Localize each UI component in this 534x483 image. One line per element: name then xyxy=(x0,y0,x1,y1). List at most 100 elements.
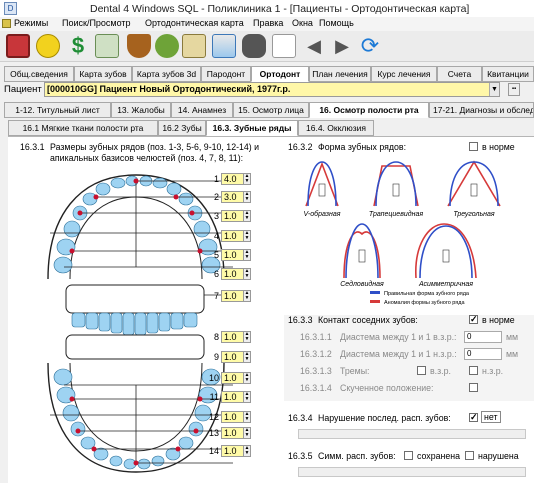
diastema-lower-label: Диастема между 1 и 1 н.з.р.: xyxy=(340,349,457,359)
tab-anamnesis[interactable]: 14. Анамнез xyxy=(171,102,233,118)
envelope-icon[interactable] xyxy=(95,34,119,58)
menu-edit[interactable]: Правка xyxy=(253,18,283,28)
diastema-lower-input[interactable]: 0 xyxy=(464,348,502,360)
spinner[interactable]: ▲ ▼ xyxy=(243,173,251,185)
sizes-title-2: апикальных базисов челюстей (поз. 4, 7, … xyxy=(50,153,244,163)
disorder-detail-field[interactable] xyxy=(298,429,526,439)
spinner[interactable]: ▲ ▼ xyxy=(243,445,251,457)
spinner[interactable]: ▲ ▼ xyxy=(243,391,251,403)
menu-help[interactable]: Помощь xyxy=(319,18,354,28)
symmetry-detail-field[interactable] xyxy=(298,467,526,477)
tab-treatment-plan[interactable]: План лечения xyxy=(309,66,371,82)
patient-select[interactable]: [000010GG] Пациент Новый Ортодонтический… xyxy=(44,82,500,97)
back-arrow-icon[interactable]: ◀ xyxy=(302,34,326,58)
tab-teeth-map-3d[interactable]: Карта зубов 3d xyxy=(132,66,201,82)
tab-bills[interactable]: Счета xyxy=(437,66,482,82)
dollar-icon[interactable]: $ xyxy=(66,34,90,58)
gears-icon[interactable] xyxy=(155,34,179,58)
shape-normal-label: в норме xyxy=(482,142,515,152)
menu-app-icon[interactable] xyxy=(2,19,11,28)
smiley-icon[interactable] xyxy=(36,34,60,58)
size-input[interactable]: 4.0 xyxy=(221,173,244,185)
spinner[interactable]: ▲ ▼ xyxy=(243,411,251,423)
spinner[interactable]: ▲ ▼ xyxy=(243,290,251,302)
spinner[interactable]: ▲ ▼ xyxy=(243,331,251,343)
size-input[interactable]: 1.0 xyxy=(221,290,244,302)
menu-modes[interactable]: Режимы xyxy=(14,18,48,28)
symmetry-num: 16.3.5 xyxy=(288,451,313,461)
tab-dental-rows[interactable]: 16.3. Зубные ряды xyxy=(206,120,298,136)
tab-face-exam[interactable]: 15. Осмотр лица xyxy=(233,102,309,118)
tremas-upper-checkbox[interactable] xyxy=(417,366,426,375)
size-input[interactable]: 1.0 xyxy=(221,351,244,363)
chart-icon[interactable] xyxy=(212,34,236,58)
size-input[interactable]: 1.0 xyxy=(221,210,244,222)
spinner[interactable]: ▲ ▼ xyxy=(243,268,251,280)
contact-title: Контакт соседних зубов: xyxy=(318,315,418,325)
menu-search[interactable]: Поиск/Просмотр xyxy=(62,18,131,28)
disorder-checkbox[interactable] xyxy=(469,412,478,423)
diastema-upper-unit: мм xyxy=(506,332,519,342)
tab-treatment-course[interactable]: Курс лечения xyxy=(371,66,437,82)
tab-occlusion[interactable]: 16.4. Окклюзия xyxy=(298,120,374,136)
symmetry-preserved-checkbox[interactable] xyxy=(404,451,413,460)
size-input[interactable]: 1.0 xyxy=(221,427,244,439)
spinner[interactable]: ▲ ▼ xyxy=(243,249,251,261)
legend-anomaly: Аномалия формы зубного ряда xyxy=(384,300,465,306)
size-input[interactable]: 1.0 xyxy=(221,268,244,280)
tab-diagnoses[interactable]: 17-21. Диагнозы и обследо xyxy=(429,102,534,118)
symmetry-broken-checkbox[interactable] xyxy=(465,451,474,460)
diastema-lower-num: 16.3.1.2 xyxy=(300,349,332,359)
tremas-lower-label: н.з.р. xyxy=(482,366,504,376)
diastema-upper-input[interactable]: 0 xyxy=(464,331,502,343)
spinner[interactable]: ▲ ▼ xyxy=(243,191,251,203)
tab-general[interactable]: Общ.сведения xyxy=(4,66,74,82)
tab-complaints[interactable]: 13. Жалобы xyxy=(111,102,171,118)
size-input[interactable]: 1.0 xyxy=(221,411,244,423)
size-input[interactable]: 1.0 xyxy=(221,249,244,261)
size-input[interactable]: 1.0 xyxy=(221,445,244,457)
size-input[interactable]: 1.0 xyxy=(221,230,244,242)
spinner[interactable]: ▲ ▼ xyxy=(243,351,251,363)
spinner[interactable]: ▲ ▼ xyxy=(243,427,251,439)
chevron-down-icon[interactable]: ▼ xyxy=(489,83,499,96)
binoculars-icon[interactable] xyxy=(242,34,266,58)
spinner[interactable]: ▲ ▼ xyxy=(243,230,251,242)
tab-teeth[interactable]: 16.2 Зубы xyxy=(158,120,206,136)
crowding-num: 16.3.1.4 xyxy=(300,383,332,393)
spinner[interactable]: ▲ ▼ xyxy=(243,372,251,384)
size-input[interactable]: 1.0 xyxy=(221,331,244,343)
tab-oral-exam[interactable]: 16. Осмотр полости рта xyxy=(309,102,429,118)
tremas-lower-checkbox[interactable] xyxy=(469,366,478,375)
spinner[interactable]: ▲ ▼ xyxy=(243,210,251,222)
shape-asym-label: Асимметричная xyxy=(418,281,473,288)
tab-soft-tissues[interactable]: 16.1 Мягкие ткани полости рта xyxy=(8,120,158,136)
contact-normal-checkbox[interactable] xyxy=(469,314,478,325)
legend-normal: Правильная форма зубного ряда xyxy=(384,291,470,297)
size-input[interactable]: 1.0 xyxy=(221,372,244,384)
size-input[interactable]: 3.0 xyxy=(221,191,244,203)
crowding-label: Скученное положение: xyxy=(340,383,434,393)
crowding-checkbox[interactable] xyxy=(469,383,478,392)
symmetry-broken-label: нарушена xyxy=(478,451,519,461)
arch-shapes-diagram: V-образная Трапециевидная Треугольная Се… xyxy=(298,154,522,309)
tab-orthodont[interactable]: Ортодонт xyxy=(251,66,309,82)
size-input[interactable]: 1.0 xyxy=(221,391,244,403)
tab-periodont[interactable]: Пародонт xyxy=(201,66,251,82)
patient-action-button[interactable]: ▪▪ xyxy=(508,83,520,96)
forward-arrow-icon[interactable]: ▶ xyxy=(330,34,354,58)
tab-title-page[interactable]: 1-12. Титульный лист xyxy=(4,102,111,118)
patient-label: Пациент xyxy=(4,84,42,95)
settings-icon[interactable] xyxy=(6,34,30,58)
sizes-title: Размеры зубных рядов (поз. 1-3, 5-6, 9-1… xyxy=(50,142,260,152)
refresh-icon[interactable]: ⟳ xyxy=(358,34,382,58)
card-icon[interactable] xyxy=(182,34,206,58)
document-icon[interactable] xyxy=(272,34,296,58)
menu-windows[interactable]: Окна xyxy=(292,18,313,28)
menu-ortho-card[interactable]: Ортодонтическая карта xyxy=(145,18,244,28)
tab-receipts[interactable]: Квитанции xyxy=(482,66,534,82)
shape-num: 16.3.2 xyxy=(288,142,313,152)
tab-teeth-map[interactable]: Карта зубов xyxy=(74,66,132,82)
shape-normal-checkbox[interactable] xyxy=(469,142,478,151)
shield-icon[interactable] xyxy=(127,34,151,58)
